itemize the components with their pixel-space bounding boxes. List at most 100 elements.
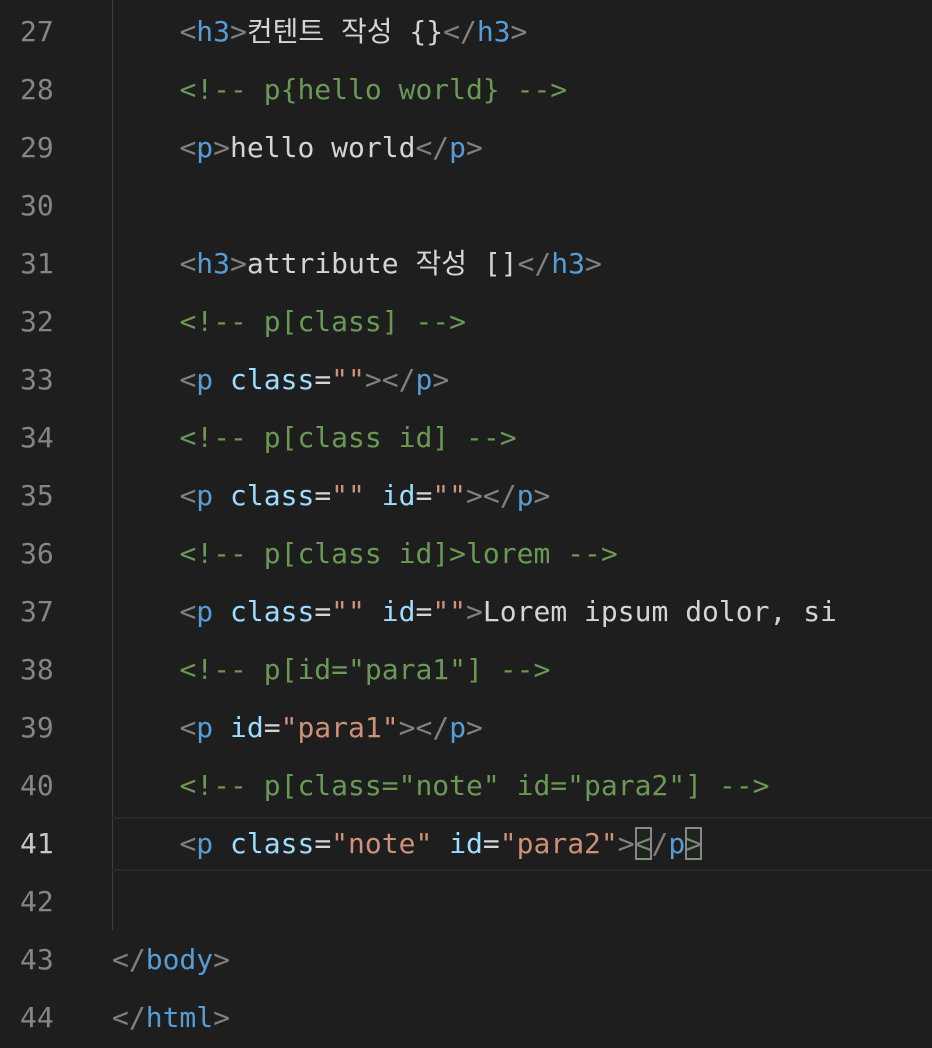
code-token-text: Lorem ipsum dolor, si: [482, 595, 837, 628]
code-token-bracket: <: [179, 827, 197, 860]
code-token-text: =: [314, 595, 332, 628]
code-token-attr: class: [230, 827, 315, 860]
code-token-tag: html: [145, 1001, 214, 1034]
code-token-bracket: >: [533, 479, 551, 512]
line-number-gutter: 27 28 29 30 31 32 33 34 35 36 37 38 39 40 41 42 43 44: [0, 0, 80, 1048]
code-token-tag: p: [196, 595, 214, 628]
code-line[interactable]: <p class="note" id="para2"></p>: [112, 815, 703, 873]
line-number: 37: [20, 595, 54, 628]
code-token-comment: <!-- p{hello world} -->: [179, 73, 568, 106]
code-line[interactable]: </html>: [112, 989, 230, 1047]
line-number: 43: [20, 943, 54, 976]
code-token-bracket: >: [617, 827, 635, 860]
code-token-str: "": [432, 479, 467, 512]
code-token-bracket: >: [213, 131, 231, 164]
code-token-tag: h3: [196, 15, 231, 48]
line-number: 36: [20, 537, 54, 570]
code-token-bracket: <: [179, 595, 197, 628]
code-token-str: "": [331, 363, 365, 396]
code-token-text: =: [314, 479, 332, 512]
code-line[interactable]: <!-- p{hello world} -->: [112, 61, 567, 119]
code-token-comment: <!-- p[id="para1"] -->: [179, 653, 551, 686]
code-token-bracket: >: [213, 1001, 231, 1034]
code-line[interactable]: <!-- p[class id] -->: [112, 409, 516, 467]
code-token-text: attribute 작성 []: [246, 247, 518, 280]
code-token-tag: h3: [196, 247, 231, 280]
line-number: 39: [20, 711, 54, 744]
code-line[interactable]: </body>: [112, 931, 230, 989]
line-number: 42: [20, 885, 54, 918]
code-line[interactable]: <!-- p[id="para1"] -->: [112, 641, 550, 699]
code-token-tag: body: [145, 943, 214, 976]
line-number: 32: [20, 305, 54, 338]
code-token-str: "": [331, 595, 365, 628]
code-token-text: =: [314, 363, 332, 396]
code-token-bracket: <: [179, 247, 197, 280]
code-token-text: 컨텐트 작성 {}: [246, 15, 444, 48]
code-token-text: =: [415, 479, 433, 512]
code-token-attr: class: [230, 595, 315, 628]
code-token-bracket: <: [179, 479, 197, 512]
code-line[interactable]: <p class="" id=""></p>: [112, 467, 550, 525]
code-token-bracket: >: [230, 247, 247, 280]
code-token-bracket: <: [179, 15, 197, 48]
code-token-str: "para2": [499, 827, 618, 860]
code-token-bracket: >: [466, 131, 483, 164]
code-line[interactable]: <p>hello world</p>: [112, 119, 483, 177]
code-token-attr: class: [230, 363, 315, 396]
line-number: 27: [20, 15, 54, 48]
code-token-bracket: >: [230, 15, 247, 48]
code-token-bracket: >: [213, 943, 231, 976]
code-token-tag: p: [196, 479, 214, 512]
code-editor[interactable]: 27 28 29 30 31 32 33 34 35 36 37 38 39 40 41 42 43 44 <h3…: [0, 0, 932, 1048]
code-token-bracket: >: [432, 363, 450, 396]
code-token-bracket: /: [651, 827, 669, 860]
line-number: 35: [20, 479, 54, 512]
code-token-str: "note": [331, 827, 433, 860]
code-token-tag: p: [516, 479, 534, 512]
code-line[interactable]: <p class=""></p>: [112, 351, 449, 409]
code-token-bracket: <: [179, 363, 197, 396]
code-token-bracket: ></: [466, 479, 517, 512]
code-line[interactable]: <p class="" id="">Lorem ipsum dolor, si: [112, 583, 837, 641]
code-token-bracket: ></: [398, 711, 450, 744]
line-number: 31: [20, 247, 54, 280]
code-line[interactable]: <!-- p[class="note" id="para2"] -->: [112, 757, 769, 815]
code-line[interactable]: <h3>attribute 작성 []</h3>: [112, 235, 601, 293]
code-line[interactable]: <h3>컨텐트 작성 {}</h3>: [112, 3, 527, 61]
code-line[interactable]: <!-- p[class id]>lorem -->: [112, 525, 617, 583]
code-token-text: hello world: [230, 131, 416, 164]
code-token-comment: <!-- p[class="note" id="para2"] -->: [179, 769, 770, 802]
line-number: 33: [20, 363, 54, 396]
code-token-attr: class: [230, 479, 315, 512]
code-line[interactable]: <p id="para1"></p>: [112, 699, 482, 757]
line-number: 38: [20, 653, 54, 686]
code-token-bracket: </: [517, 247, 552, 280]
code-token-text: =: [482, 827, 500, 860]
code-token-tag: h3: [476, 15, 511, 48]
code-token-str: "para1": [280, 711, 399, 744]
code-line[interactable]: <!-- p[class] -->: [112, 293, 466, 351]
code-token-bracket: ></: [364, 363, 416, 396]
code-token-bracket: >: [466, 595, 483, 628]
code-token-bracket: <: [179, 711, 197, 744]
code-token-attr: id: [381, 595, 416, 628]
code-area[interactable]: <h3>컨텐트 작성 {}</h3> <!-- p{hello world} -…: [112, 0, 932, 1048]
code-token-tag: p: [668, 827, 686, 860]
